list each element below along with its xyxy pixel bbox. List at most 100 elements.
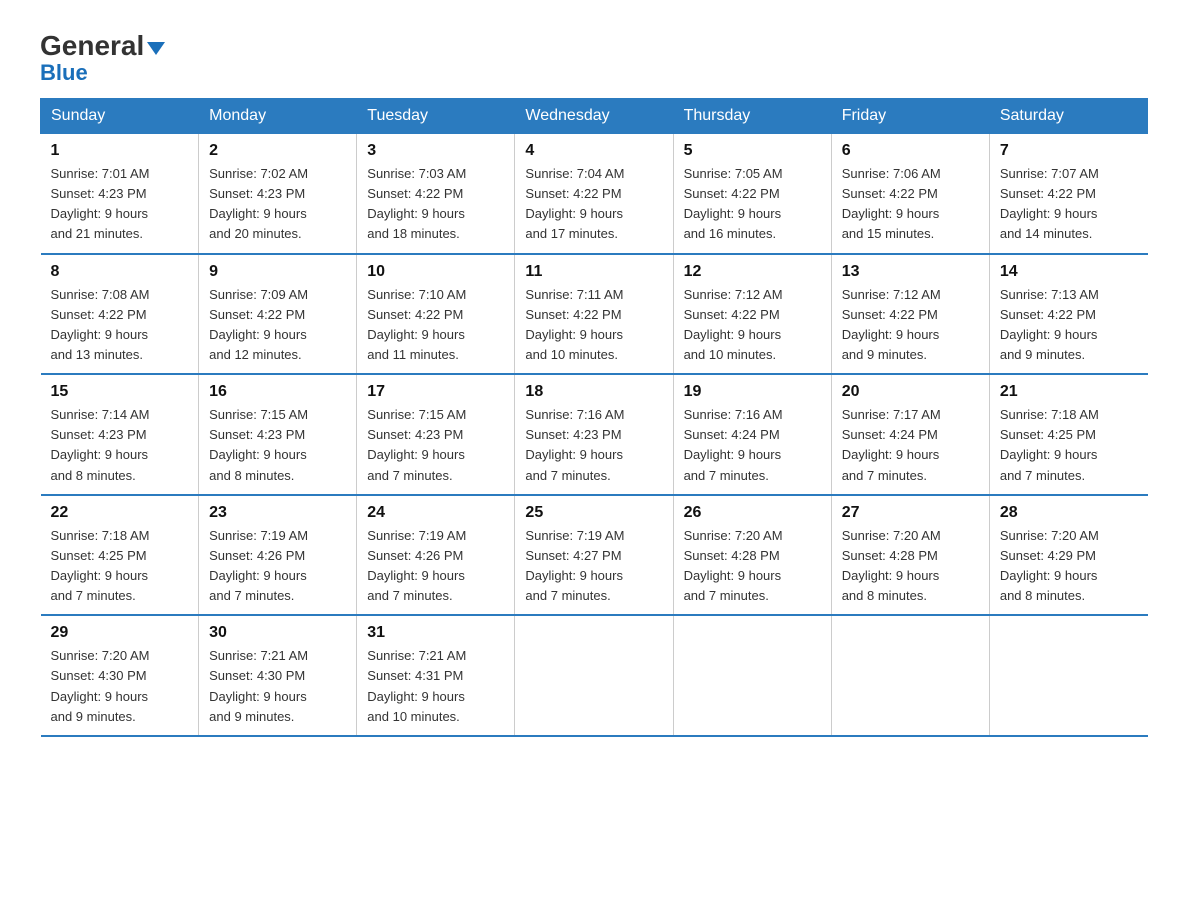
day-number: 2 bbox=[209, 142, 346, 160]
day-info: Sunrise: 7:02 AM Sunset: 4:23 PM Dayligh… bbox=[209, 164, 346, 245]
weekday-header-tuesday: Tuesday bbox=[357, 99, 515, 134]
calendar-day-cell: 7 Sunrise: 7:07 AM Sunset: 4:22 PM Dayli… bbox=[989, 134, 1147, 254]
day-info: Sunrise: 7:08 AM Sunset: 4:22 PM Dayligh… bbox=[51, 285, 189, 366]
calendar-day-cell: 26 Sunrise: 7:20 AM Sunset: 4:28 PM Dayl… bbox=[673, 495, 831, 616]
calendar-day-cell: 24 Sunrise: 7:19 AM Sunset: 4:26 PM Dayl… bbox=[357, 495, 515, 616]
day-info: Sunrise: 7:20 AM Sunset: 4:29 PM Dayligh… bbox=[1000, 526, 1138, 607]
day-number: 18 bbox=[525, 383, 662, 401]
day-number: 15 bbox=[51, 383, 189, 401]
calendar-day-cell: 19 Sunrise: 7:16 AM Sunset: 4:24 PM Dayl… bbox=[673, 374, 831, 495]
calendar-day-cell: 30 Sunrise: 7:21 AM Sunset: 4:30 PM Dayl… bbox=[199, 615, 357, 736]
day-info: Sunrise: 7:15 AM Sunset: 4:23 PM Dayligh… bbox=[367, 405, 504, 486]
day-info: Sunrise: 7:11 AM Sunset: 4:22 PM Dayligh… bbox=[525, 285, 662, 366]
calendar-day-cell: 11 Sunrise: 7:11 AM Sunset: 4:22 PM Dayl… bbox=[515, 254, 673, 375]
calendar-day-cell: 28 Sunrise: 7:20 AM Sunset: 4:29 PM Dayl… bbox=[989, 495, 1147, 616]
day-info: Sunrise: 7:16 AM Sunset: 4:23 PM Dayligh… bbox=[525, 405, 662, 486]
calendar-table: SundayMondayTuesdayWednesdayThursdayFrid… bbox=[40, 98, 1148, 737]
day-info: Sunrise: 7:20 AM Sunset: 4:28 PM Dayligh… bbox=[842, 526, 979, 607]
logo: General Blue bbox=[40, 30, 165, 86]
day-number: 9 bbox=[209, 263, 346, 281]
logo-triangle-icon bbox=[147, 42, 165, 55]
day-info: Sunrise: 7:07 AM Sunset: 4:22 PM Dayligh… bbox=[1000, 164, 1138, 245]
calendar-day-cell: 5 Sunrise: 7:05 AM Sunset: 4:22 PM Dayli… bbox=[673, 134, 831, 254]
calendar-day-cell bbox=[673, 615, 831, 736]
day-info: Sunrise: 7:13 AM Sunset: 4:22 PM Dayligh… bbox=[1000, 285, 1138, 366]
day-info: Sunrise: 7:19 AM Sunset: 4:26 PM Dayligh… bbox=[209, 526, 346, 607]
day-number: 31 bbox=[367, 624, 504, 642]
calendar-header: SundayMondayTuesdayWednesdayThursdayFrid… bbox=[41, 99, 1148, 134]
day-number: 24 bbox=[367, 504, 504, 522]
calendar-day-cell: 31 Sunrise: 7:21 AM Sunset: 4:31 PM Dayl… bbox=[357, 615, 515, 736]
day-info: Sunrise: 7:14 AM Sunset: 4:23 PM Dayligh… bbox=[51, 405, 189, 486]
calendar-day-cell: 16 Sunrise: 7:15 AM Sunset: 4:23 PM Dayl… bbox=[199, 374, 357, 495]
day-info: Sunrise: 7:10 AM Sunset: 4:22 PM Dayligh… bbox=[367, 285, 504, 366]
calendar-day-cell: 8 Sunrise: 7:08 AM Sunset: 4:22 PM Dayli… bbox=[41, 254, 199, 375]
calendar-day-cell: 23 Sunrise: 7:19 AM Sunset: 4:26 PM Dayl… bbox=[199, 495, 357, 616]
day-number: 6 bbox=[842, 142, 979, 160]
calendar-day-cell: 20 Sunrise: 7:17 AM Sunset: 4:24 PM Dayl… bbox=[831, 374, 989, 495]
day-number: 7 bbox=[1000, 142, 1138, 160]
weekday-row: SundayMondayTuesdayWednesdayThursdayFrid… bbox=[41, 99, 1148, 134]
day-number: 25 bbox=[525, 504, 662, 522]
day-number: 8 bbox=[51, 263, 189, 281]
day-number: 1 bbox=[51, 142, 189, 160]
day-number: 21 bbox=[1000, 383, 1138, 401]
day-info: Sunrise: 7:16 AM Sunset: 4:24 PM Dayligh… bbox=[684, 405, 821, 486]
calendar-day-cell: 17 Sunrise: 7:15 AM Sunset: 4:23 PM Dayl… bbox=[357, 374, 515, 495]
day-number: 3 bbox=[367, 142, 504, 160]
day-info: Sunrise: 7:18 AM Sunset: 4:25 PM Dayligh… bbox=[51, 526, 189, 607]
day-info: Sunrise: 7:09 AM Sunset: 4:22 PM Dayligh… bbox=[209, 285, 346, 366]
day-info: Sunrise: 7:20 AM Sunset: 4:30 PM Dayligh… bbox=[51, 646, 189, 727]
calendar-day-cell: 10 Sunrise: 7:10 AM Sunset: 4:22 PM Dayl… bbox=[357, 254, 515, 375]
calendar-day-cell: 9 Sunrise: 7:09 AM Sunset: 4:22 PM Dayli… bbox=[199, 254, 357, 375]
calendar-day-cell: 29 Sunrise: 7:20 AM Sunset: 4:30 PM Dayl… bbox=[41, 615, 199, 736]
day-number: 5 bbox=[684, 142, 821, 160]
calendar-day-cell: 18 Sunrise: 7:16 AM Sunset: 4:23 PM Dayl… bbox=[515, 374, 673, 495]
day-info: Sunrise: 7:03 AM Sunset: 4:22 PM Dayligh… bbox=[367, 164, 504, 245]
day-info: Sunrise: 7:01 AM Sunset: 4:23 PM Dayligh… bbox=[51, 164, 189, 245]
calendar-week-row: 1 Sunrise: 7:01 AM Sunset: 4:23 PM Dayli… bbox=[41, 134, 1148, 254]
calendar-day-cell: 21 Sunrise: 7:18 AM Sunset: 4:25 PM Dayl… bbox=[989, 374, 1147, 495]
calendar-day-cell: 14 Sunrise: 7:13 AM Sunset: 4:22 PM Dayl… bbox=[989, 254, 1147, 375]
weekday-header-thursday: Thursday bbox=[673, 99, 831, 134]
day-info: Sunrise: 7:15 AM Sunset: 4:23 PM Dayligh… bbox=[209, 405, 346, 486]
day-number: 16 bbox=[209, 383, 346, 401]
day-info: Sunrise: 7:18 AM Sunset: 4:25 PM Dayligh… bbox=[1000, 405, 1138, 486]
day-number: 26 bbox=[684, 504, 821, 522]
calendar-day-cell bbox=[831, 615, 989, 736]
weekday-header-wednesday: Wednesday bbox=[515, 99, 673, 134]
day-info: Sunrise: 7:06 AM Sunset: 4:22 PM Dayligh… bbox=[842, 164, 979, 245]
day-info: Sunrise: 7:21 AM Sunset: 4:31 PM Dayligh… bbox=[367, 646, 504, 727]
day-number: 17 bbox=[367, 383, 504, 401]
day-number: 13 bbox=[842, 263, 979, 281]
day-number: 23 bbox=[209, 504, 346, 522]
day-info: Sunrise: 7:21 AM Sunset: 4:30 PM Dayligh… bbox=[209, 646, 346, 727]
calendar-body: 1 Sunrise: 7:01 AM Sunset: 4:23 PM Dayli… bbox=[41, 134, 1148, 736]
calendar-day-cell bbox=[989, 615, 1147, 736]
day-number: 30 bbox=[209, 624, 346, 642]
calendar-week-row: 29 Sunrise: 7:20 AM Sunset: 4:30 PM Dayl… bbox=[41, 615, 1148, 736]
day-info: Sunrise: 7:19 AM Sunset: 4:27 PM Dayligh… bbox=[525, 526, 662, 607]
calendar-week-row: 22 Sunrise: 7:18 AM Sunset: 4:25 PM Dayl… bbox=[41, 495, 1148, 616]
weekday-header-saturday: Saturday bbox=[989, 99, 1147, 134]
day-info: Sunrise: 7:04 AM Sunset: 4:22 PM Dayligh… bbox=[525, 164, 662, 245]
calendar-day-cell: 15 Sunrise: 7:14 AM Sunset: 4:23 PM Dayl… bbox=[41, 374, 199, 495]
day-info: Sunrise: 7:20 AM Sunset: 4:28 PM Dayligh… bbox=[684, 526, 821, 607]
calendar-week-row: 8 Sunrise: 7:08 AM Sunset: 4:22 PM Dayli… bbox=[41, 254, 1148, 375]
day-number: 19 bbox=[684, 383, 821, 401]
calendar-week-row: 15 Sunrise: 7:14 AM Sunset: 4:23 PM Dayl… bbox=[41, 374, 1148, 495]
page-header: General Blue bbox=[40, 30, 1148, 86]
calendar-day-cell: 2 Sunrise: 7:02 AM Sunset: 4:23 PM Dayli… bbox=[199, 134, 357, 254]
day-info: Sunrise: 7:12 AM Sunset: 4:22 PM Dayligh… bbox=[842, 285, 979, 366]
calendar-day-cell bbox=[515, 615, 673, 736]
day-number: 27 bbox=[842, 504, 979, 522]
calendar-day-cell: 3 Sunrise: 7:03 AM Sunset: 4:22 PM Dayli… bbox=[357, 134, 515, 254]
day-number: 10 bbox=[367, 263, 504, 281]
day-info: Sunrise: 7:05 AM Sunset: 4:22 PM Dayligh… bbox=[684, 164, 821, 245]
logo-general: General bbox=[40, 30, 144, 62]
day-number: 29 bbox=[51, 624, 189, 642]
day-info: Sunrise: 7:12 AM Sunset: 4:22 PM Dayligh… bbox=[684, 285, 821, 366]
calendar-day-cell: 12 Sunrise: 7:12 AM Sunset: 4:22 PM Dayl… bbox=[673, 254, 831, 375]
calendar-day-cell: 25 Sunrise: 7:19 AM Sunset: 4:27 PM Dayl… bbox=[515, 495, 673, 616]
calendar-day-cell: 22 Sunrise: 7:18 AM Sunset: 4:25 PM Dayl… bbox=[41, 495, 199, 616]
